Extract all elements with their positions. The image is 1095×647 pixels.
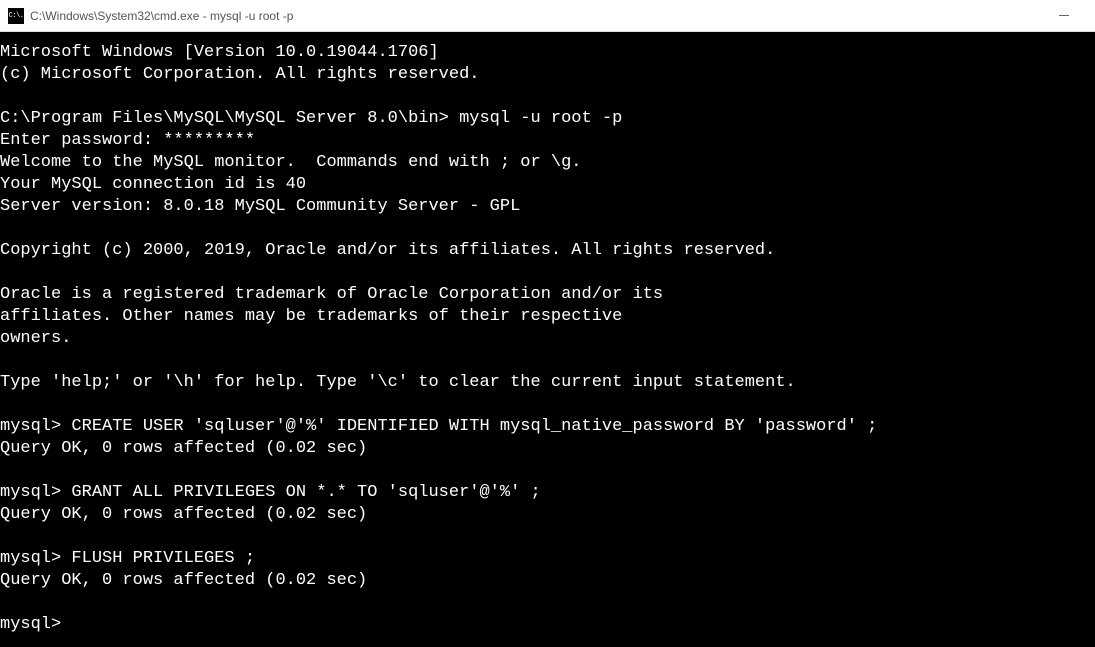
terminal-line: Query OK, 0 rows affected (0.02 sec)	[0, 505, 367, 524]
terminal-line: Query OK, 0 rows affected (0.02 sec)	[0, 439, 367, 458]
terminal-line: Welcome to the MySQL monitor. Commands e…	[0, 153, 582, 172]
terminal-line: mysql> GRANT ALL PRIVILEGES ON *.* TO 's…	[0, 483, 541, 502]
terminal-line: mysql> FLUSH PRIVILEGES ;	[0, 549, 255, 568]
terminal-line: Oracle is a registered trademark of Orac…	[0, 285, 663, 304]
terminal-line: affiliates. Other names may be trademark…	[0, 307, 622, 326]
window-title: C:\Windows\System32\cmd.exe - mysql -u r…	[30, 9, 1041, 23]
titlebar: C:\. C:\Windows\System32\cmd.exe - mysql…	[0, 0, 1095, 32]
window-controls	[1041, 0, 1087, 32]
terminal-line: mysql> CREATE USER 'sqluser'@'%' IDENTIF…	[0, 417, 877, 436]
terminal-prompt[interactable]: mysql>	[0, 615, 61, 634]
terminal-line: Enter password: *********	[0, 131, 255, 150]
terminal-line: Query OK, 0 rows affected (0.02 sec)	[0, 571, 367, 590]
minimize-button[interactable]	[1041, 0, 1087, 32]
terminal-line: Your MySQL connection id is 40	[0, 175, 306, 194]
terminal-line: Type 'help;' or '\h' for help. Type '\c'…	[0, 373, 796, 392]
terminal-line: (c) Microsoft Corporation. All rights re…	[0, 65, 479, 84]
terminal-line: Microsoft Windows [Version 10.0.19044.17…	[0, 43, 439, 62]
terminal-output[interactable]: Microsoft Windows [Version 10.0.19044.17…	[0, 32, 1095, 647]
cmd-icon: C:\.	[8, 8, 24, 24]
terminal-line: owners.	[0, 329, 71, 348]
terminal-line: C:\Program Files\MySQL\MySQL Server 8.0\…	[0, 109, 622, 128]
terminal-line: Copyright (c) 2000, 2019, Oracle and/or …	[0, 241, 775, 260]
terminal-line: Server version: 8.0.18 MySQL Community S…	[0, 197, 520, 216]
